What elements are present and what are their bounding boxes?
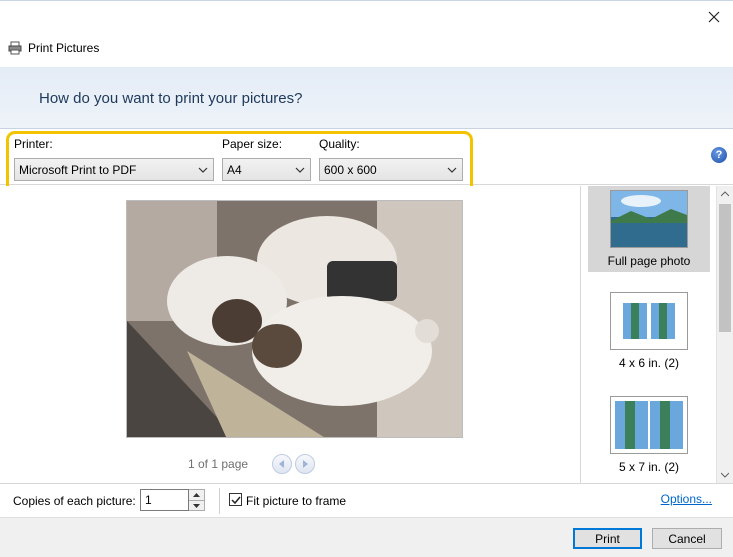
divider <box>219 488 220 514</box>
checkmark-icon <box>230 496 241 504</box>
page-title: How do you want to print your pictures? <box>39 90 303 107</box>
chevron-up-icon <box>721 191 729 197</box>
header-banner: How do you want to print your pictures? <box>0 67 733 129</box>
paper-size-value: A4 <box>227 162 242 177</box>
fit-picture-label[interactable]: Fit picture to frame <box>246 494 346 508</box>
chevron-down-icon <box>198 167 208 173</box>
dialog-footer: Print Cancel <box>0 517 733 557</box>
preview-area: 1 of 1 page <box>0 186 581 483</box>
layout-thumbnail <box>610 396 688 454</box>
quality-select[interactable]: 600 x 600 <box>319 158 463 181</box>
pager: 1 of 1 page <box>188 454 316 474</box>
chevron-down-icon <box>721 472 729 478</box>
printer-label: Printer: <box>14 137 53 151</box>
scrollbar-thumb[interactable] <box>719 204 731 332</box>
cats-photo <box>127 201 462 437</box>
copies-stepper[interactable] <box>189 489 205 511</box>
quality-value: 600 x 600 <box>324 162 377 177</box>
layout-panel: Full page photo 4 x 6 in. (2) 5 x 7 in. … <box>582 186 716 483</box>
next-page-button[interactable] <box>295 454 316 474</box>
layout-item-5x7[interactable]: 5 x 7 in. (2) <box>588 396 710 482</box>
layout-thumbnail <box>610 190 688 248</box>
chevron-up-icon <box>193 493 200 497</box>
layout-caption: 5 x 7 in. (2) <box>618 460 680 474</box>
layout-item-4x6[interactable]: 4 x 6 in. (2) <box>588 292 710 378</box>
layout-item-full-page[interactable]: Full page photo <box>588 186 710 272</box>
page-indicator: 1 of 1 page <box>188 457 249 471</box>
print-settings-row: Printer: Microsoft Print to PDF Paper si… <box>0 129 733 195</box>
help-icon[interactable]: ? <box>711 147 727 163</box>
quality-label: Quality: <box>319 137 360 151</box>
layout-caption: Full page photo <box>607 254 691 268</box>
printer-field: Printer: Microsoft Print to PDF <box>14 137 214 181</box>
copies-input[interactable] <box>140 489 189 511</box>
fit-picture-checkbox[interactable] <box>229 493 242 506</box>
printer-value: Microsoft Print to PDF <box>19 162 137 177</box>
chevron-down-icon <box>447 167 457 173</box>
chevron-right-icon <box>303 460 309 468</box>
increment-button[interactable] <box>189 490 204 500</box>
close-icon <box>708 11 720 23</box>
chevron-down-icon <box>295 167 305 173</box>
title-bar: Print Pictures <box>8 39 99 57</box>
decrement-button[interactable] <box>189 500 204 510</box>
paper-size-field: Paper size: A4 <box>222 137 311 181</box>
paper-size-select[interactable]: A4 <box>222 158 311 181</box>
layout-caption: 4 x 6 in. (2) <box>618 356 680 370</box>
cancel-button[interactable]: Cancel <box>652 528 722 549</box>
options-row: Copies of each picture: Fit picture to f… <box>0 483 733 517</box>
quality-field: Quality: 600 x 600 <box>319 137 463 181</box>
printer-select[interactable]: Microsoft Print to PDF <box>14 158 214 181</box>
options-link[interactable]: Options... <box>661 492 712 506</box>
chevron-down-icon <box>193 503 200 508</box>
copies-label: Copies of each picture: <box>13 494 136 508</box>
printer-icon <box>8 41 22 55</box>
scroll-down-button[interactable] <box>717 467 733 483</box>
layout-thumbnail <box>610 292 688 350</box>
page-nav <box>272 454 316 474</box>
layout-scrollbar[interactable] <box>716 186 733 483</box>
window-title: Print Pictures <box>28 41 100 55</box>
photo-preview <box>126 200 463 438</box>
previous-page-button[interactable] <box>272 454 293 474</box>
close-button[interactable] <box>701 6 727 28</box>
print-button[interactable]: Print <box>573 528 642 549</box>
scroll-up-button[interactable] <box>717 186 733 202</box>
paper-size-label: Paper size: <box>222 137 283 151</box>
chevron-left-icon <box>279 460 285 468</box>
print-pictures-dialog: Print Pictures How do you want to print … <box>0 0 733 557</box>
